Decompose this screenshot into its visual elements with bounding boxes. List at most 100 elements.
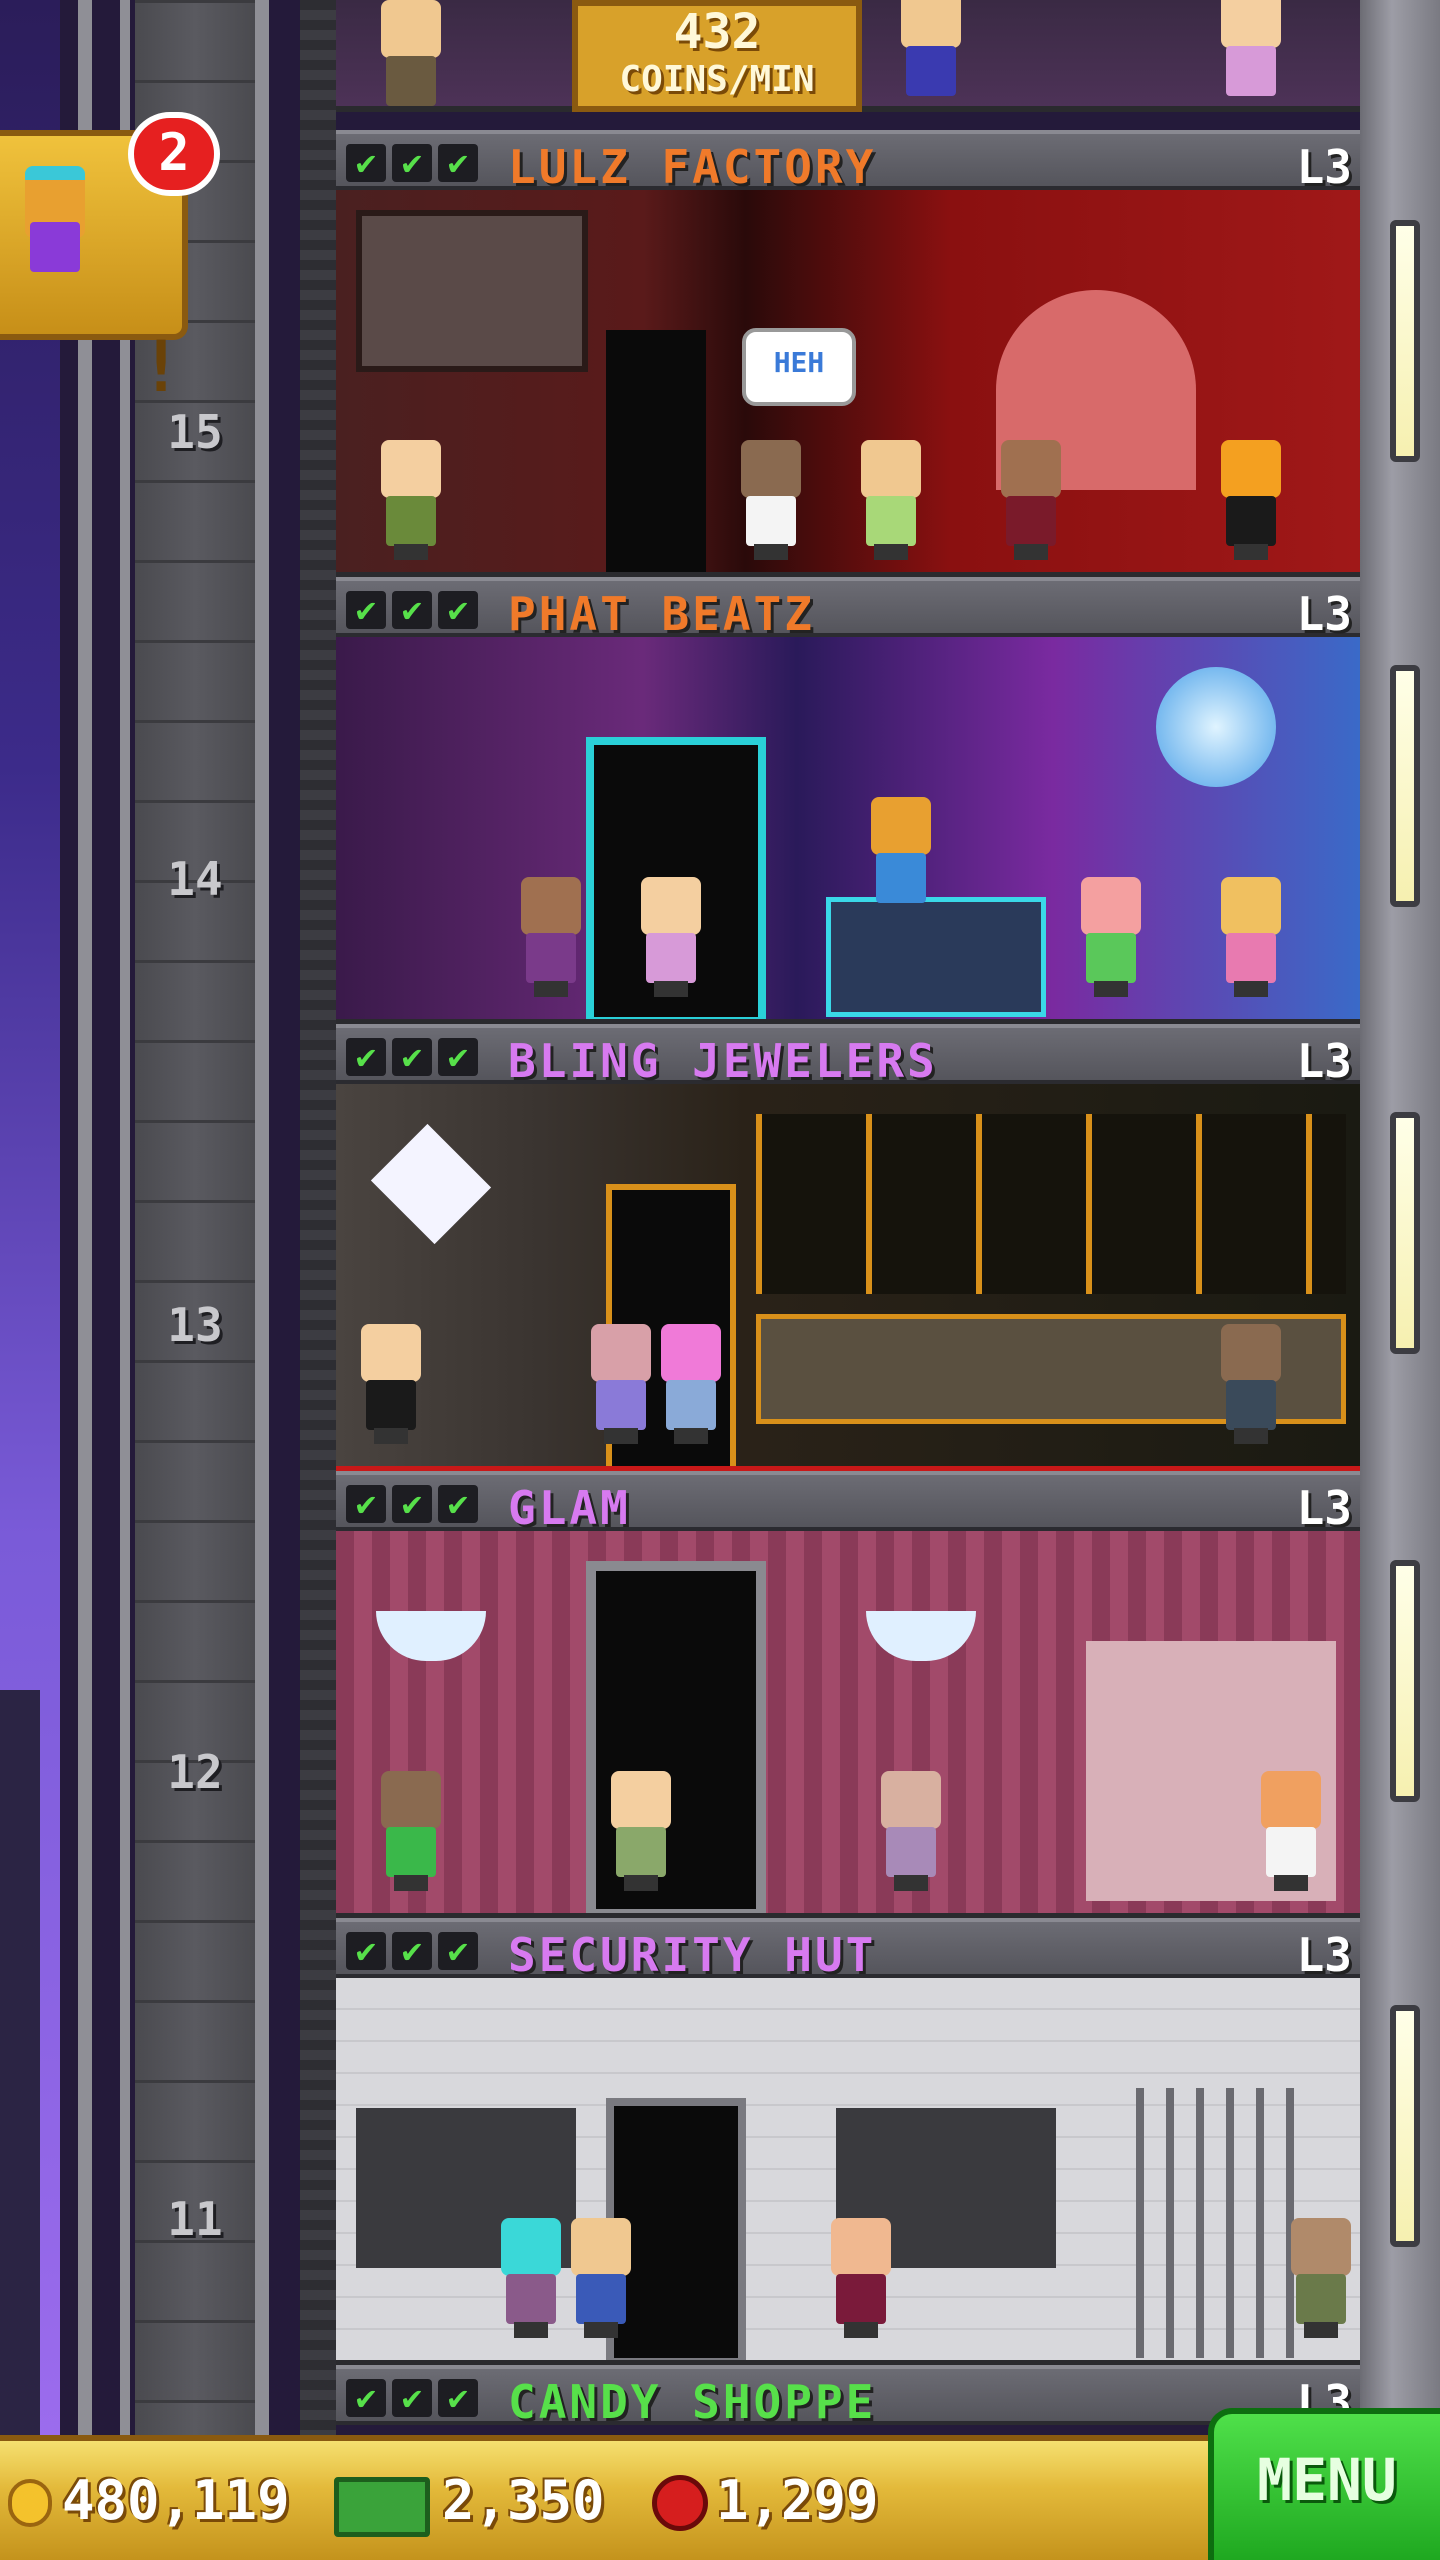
shaft-floor-number: 15 bbox=[167, 405, 223, 459]
bitizen[interactable] bbox=[896, 0, 966, 110]
check-icon: ✔ bbox=[392, 591, 432, 629]
coins-count: 480,119 bbox=[62, 2469, 290, 2532]
coins-per-min-label: COINS/MIN bbox=[619, 59, 815, 100]
bux-count: 2,350 bbox=[442, 2469, 605, 2532]
disco-ball bbox=[1156, 667, 1276, 787]
floor-label-bar[interactable]: ✔ ✔ ✔ PHAT BEATZ L3 bbox=[336, 577, 1360, 641]
floor-label-bar[interactable]: ✔ ✔ ✔ LULZ FACTORY L3 bbox=[336, 130, 1360, 194]
star-checks: ✔ ✔ ✔ bbox=[346, 1038, 478, 1076]
dj-booth bbox=[826, 897, 1046, 1017]
bitizen[interactable] bbox=[1286, 2218, 1356, 2338]
check-icon: ✔ bbox=[392, 1932, 432, 1970]
floor-label-bar[interactable]: ✔ ✔ ✔ GLAM L3 bbox=[336, 1471, 1360, 1535]
floor-level: L3 bbox=[1296, 140, 1352, 194]
chandelier bbox=[376, 1611, 486, 1661]
jail-cell bbox=[1136, 2088, 1306, 2358]
coin-icon bbox=[8, 2479, 52, 2527]
notification-count-badge: 2 bbox=[128, 112, 220, 196]
bitizen[interactable] bbox=[1216, 1324, 1286, 1444]
bitizen[interactable] bbox=[516, 877, 586, 997]
bitizen[interactable] bbox=[1216, 877, 1286, 997]
room-glam[interactable] bbox=[336, 1531, 1360, 1919]
check-icon: ✔ bbox=[392, 1485, 432, 1523]
floor-label-bar[interactable]: ✔ ✔ ✔ CANDY SHOPPE L3 bbox=[336, 2365, 1360, 2429]
diamond-sign bbox=[370, 1123, 492, 1245]
check-icon: ✔ bbox=[346, 1485, 386, 1523]
security-guard[interactable] bbox=[566, 2218, 636, 2338]
elevator-rail-left bbox=[78, 0, 92, 2435]
menu-button[interactable]: MENU bbox=[1208, 2408, 1440, 2560]
gems-count: 1,299 bbox=[716, 2469, 879, 2532]
floor-level: L3 bbox=[1296, 1034, 1352, 1088]
bitizen[interactable] bbox=[826, 2218, 896, 2338]
bitizen[interactable] bbox=[876, 1771, 946, 1891]
floor-label-bar[interactable]: ✔ ✔ ✔ SECURITY HUT L3 bbox=[336, 1918, 1360, 1982]
floor-level: L3 bbox=[1296, 587, 1352, 641]
bitizen[interactable] bbox=[356, 1324, 426, 1444]
gem-icon bbox=[652, 2475, 708, 2531]
bitizen[interactable] bbox=[496, 2218, 566, 2338]
coins-per-min-value: 432 bbox=[673, 4, 761, 60]
star-checks: ✔ ✔ ✔ bbox=[346, 591, 478, 629]
check-icon: ✔ bbox=[346, 144, 386, 182]
room-bling-jewelers[interactable] bbox=[336, 1084, 1360, 1472]
floor-name: SECURITY HUT bbox=[508, 1928, 877, 1982]
star-checks: ✔ ✔ ✔ bbox=[346, 2379, 478, 2417]
bitizen[interactable] bbox=[1216, 0, 1286, 110]
bitizen[interactable] bbox=[856, 440, 926, 560]
floor-name: BLING JEWELERS bbox=[508, 1034, 938, 1088]
shaft-floor-number: 11 bbox=[167, 2192, 223, 2246]
check-icon: ✔ bbox=[346, 1932, 386, 1970]
check-icon: ✔ bbox=[346, 591, 386, 629]
bitizen[interactable] bbox=[1216, 440, 1286, 560]
room-phat-beatz[interactable] bbox=[336, 637, 1360, 1025]
floor-level: L3 bbox=[1296, 1928, 1352, 1982]
bitizen[interactable] bbox=[376, 440, 446, 560]
star-checks: ✔ ✔ ✔ bbox=[346, 144, 478, 182]
display-shelves bbox=[756, 1114, 1346, 1294]
portrait-frame bbox=[356, 210, 588, 372]
bitizen[interactable] bbox=[376, 1771, 446, 1891]
star-checks: ✔ ✔ ✔ bbox=[346, 1485, 478, 1523]
floor-label-bar[interactable]: ✔ ✔ ✔ BLING JEWELERS L3 bbox=[336, 1024, 1360, 1088]
check-icon: ✔ bbox=[438, 1038, 478, 1076]
check-icon: ✔ bbox=[438, 2379, 478, 2417]
check-icon: ✔ bbox=[392, 144, 432, 182]
doorway bbox=[606, 330, 706, 572]
window-light bbox=[1390, 1560, 1420, 1802]
window-light bbox=[1390, 220, 1420, 462]
bux-icon bbox=[334, 2477, 430, 2537]
bitizen[interactable] bbox=[736, 440, 806, 560]
check-icon: ✔ bbox=[438, 1932, 478, 1970]
bitizen[interactable] bbox=[656, 1324, 726, 1444]
bitizen[interactable] bbox=[586, 1324, 656, 1444]
window-light bbox=[1390, 665, 1420, 907]
bitizen[interactable] bbox=[376, 0, 446, 120]
bitizen[interactable] bbox=[996, 440, 1066, 560]
bitizen[interactable] bbox=[1256, 1771, 1326, 1891]
window-light bbox=[1390, 2005, 1420, 2247]
shaft-floor-number: 13 bbox=[167, 1298, 223, 1352]
room-security-hut[interactable] bbox=[336, 1978, 1360, 2366]
shaft-floor-number: 14 bbox=[167, 852, 223, 906]
shaft-floor-number: 12 bbox=[167, 1745, 223, 1799]
check-icon: ✔ bbox=[438, 144, 478, 182]
floor-name: CANDY SHOPPE bbox=[508, 2375, 877, 2429]
check-icon: ✔ bbox=[438, 1485, 478, 1523]
dj-bitizen[interactable] bbox=[866, 797, 936, 917]
floor-name: GLAM bbox=[508, 1481, 631, 1535]
elevator-rail-right bbox=[255, 0, 269, 2435]
speech-bubble: HEH bbox=[742, 328, 856, 406]
coins-per-min-badge[interactable]: 432 COINS/MIN bbox=[572, 0, 862, 112]
floor-name: LULZ FACTORY bbox=[508, 140, 877, 194]
bitizen[interactable] bbox=[1076, 877, 1146, 997]
window-light bbox=[1390, 1112, 1420, 1354]
elevator-rail-inner bbox=[120, 0, 130, 2435]
city-silhouette bbox=[0, 1690, 40, 2560]
check-icon: ✔ bbox=[392, 1038, 432, 1076]
floor-level: L3 bbox=[1296, 1481, 1352, 1535]
bitizen[interactable] bbox=[606, 1771, 676, 1891]
bitizen[interactable] bbox=[636, 877, 706, 997]
room-lulz-factory[interactable]: HEH bbox=[336, 190, 1360, 578]
star-checks: ✔ ✔ ✔ bbox=[346, 1932, 478, 1970]
